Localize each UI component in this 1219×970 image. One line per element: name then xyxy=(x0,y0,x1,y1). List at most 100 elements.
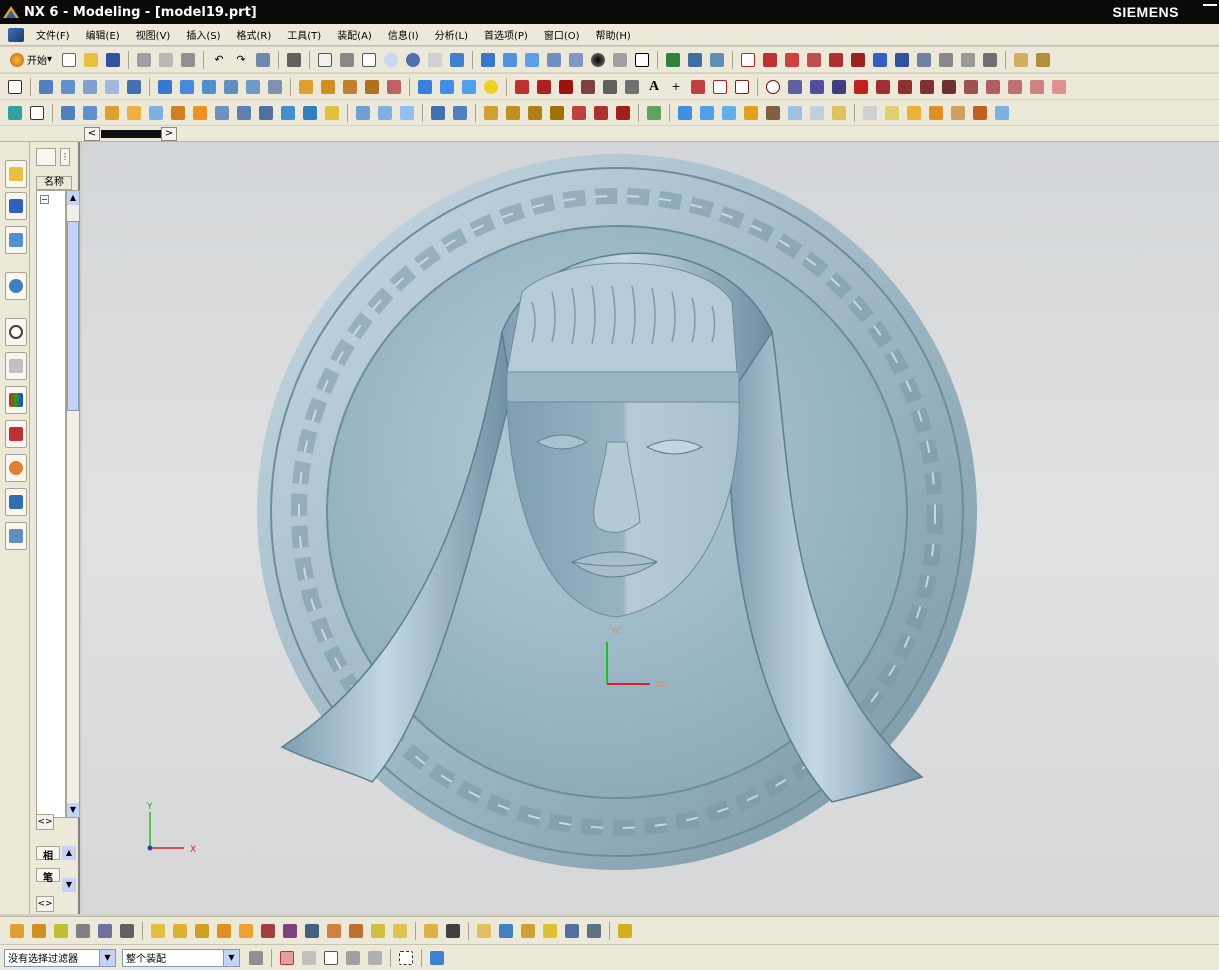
wave-icon[interactable] xyxy=(785,103,805,123)
trim-curve-icon[interactable] xyxy=(961,77,981,97)
menu-information[interactable]: 信息(I) xyxy=(382,27,429,42)
sheet-mold-icon[interactable] xyxy=(829,103,849,123)
follow-fillet-icon[interactable] xyxy=(302,921,322,941)
glass-icon[interactable] xyxy=(807,103,827,123)
tangent-rule-icon[interactable] xyxy=(192,921,212,941)
select-all-icon[interactable] xyxy=(496,921,516,941)
select-faces-icon[interactable] xyxy=(321,948,341,968)
process-studio-tab[interactable] xyxy=(5,420,27,448)
edit-length-icon[interactable] xyxy=(1005,77,1025,97)
extend-sheet-icon[interactable] xyxy=(256,103,276,123)
lower-scroll-up-icon[interactable]: ▲ xyxy=(62,846,76,860)
label-notch-icon[interactable] xyxy=(591,103,611,123)
extract-curve-icon[interactable] xyxy=(873,77,893,97)
start-button[interactable]: 开始 ▾ xyxy=(4,50,58,70)
project-curve-icon[interactable] xyxy=(807,77,827,97)
edit-body-icon[interactable] xyxy=(992,103,1012,123)
through-curves-icon[interactable] xyxy=(58,103,78,123)
notes-label[interactable]: 笔 xyxy=(36,868,60,884)
menu-window[interactable]: 窗口(O) xyxy=(538,27,590,42)
pan-icon[interactable] xyxy=(425,50,445,70)
menu-view[interactable]: 视图(V) xyxy=(130,27,181,42)
join-curve-icon[interactable] xyxy=(939,77,959,97)
zoom-window-icon[interactable] xyxy=(337,50,357,70)
view-front-icon[interactable] xyxy=(500,50,520,70)
delete-face-icon[interactable] xyxy=(547,103,567,123)
scroll-right-icon[interactable]: > xyxy=(161,127,177,141)
arc-icon[interactable] xyxy=(534,77,554,97)
wrap-curve-icon[interactable] xyxy=(917,77,937,97)
menu-analysis[interactable]: 分析(L) xyxy=(429,27,478,42)
swept-surface-icon[interactable] xyxy=(190,103,210,123)
snap-grid-icon[interactable] xyxy=(421,921,441,941)
wcs-icon[interactable] xyxy=(663,50,683,70)
snap-quadrant-icon[interactable] xyxy=(804,50,824,70)
filter-options-icon[interactable] xyxy=(562,921,582,941)
snap-center-icon[interactable] xyxy=(782,50,802,70)
fringe[interactable] xyxy=(506,262,740,403)
decal-icon[interactable] xyxy=(926,103,946,123)
select-curves-icon[interactable] xyxy=(343,948,363,968)
trim-sheet-icon[interactable] xyxy=(234,103,254,123)
nsided-icon[interactable] xyxy=(168,103,188,123)
replace-face-icon[interactable] xyxy=(525,103,545,123)
menu-format[interactable]: 格式(R) xyxy=(231,27,282,42)
fit-icon[interactable] xyxy=(315,50,335,70)
scroll-left-icon[interactable]: < xyxy=(84,127,100,141)
snap-intersection-icon[interactable] xyxy=(826,50,846,70)
connected-rule-icon[interactable] xyxy=(214,921,234,941)
offset-surface-icon[interactable] xyxy=(212,103,232,123)
snap-point-icon[interactable] xyxy=(848,50,868,70)
point-icon[interactable] xyxy=(556,77,576,97)
pad-icon[interactable] xyxy=(199,77,219,97)
ruled-icon[interactable] xyxy=(124,103,144,123)
background-icon[interactable] xyxy=(588,50,608,70)
x-form-icon[interactable] xyxy=(644,103,664,123)
navigator-tree[interactable]: − xyxy=(36,190,66,818)
rectangle-select-icon[interactable] xyxy=(396,948,416,968)
quick-select-icon[interactable] xyxy=(615,921,635,941)
menu-file[interactable]: 文件(F) xyxy=(30,27,80,42)
polygon-icon[interactable] xyxy=(732,77,752,97)
type-filter-icon[interactable] xyxy=(7,921,27,941)
sew-icon[interactable] xyxy=(278,103,298,123)
select-points-icon[interactable] xyxy=(365,948,385,968)
stamp-icon[interactable] xyxy=(860,103,880,123)
offset-face-icon[interactable] xyxy=(503,103,523,123)
shaded-icon[interactable] xyxy=(478,50,498,70)
general-selection-icon[interactable] xyxy=(246,948,266,968)
snap-curve-icon[interactable] xyxy=(914,50,934,70)
snap-surface-icon[interactable] xyxy=(948,103,968,123)
rectangle-icon[interactable] xyxy=(710,77,730,97)
revolve-icon[interactable] xyxy=(58,77,78,97)
navigator-menu-icon[interactable]: ⋮ xyxy=(60,148,70,166)
rotate-icon[interactable] xyxy=(403,50,423,70)
warp-icon[interactable] xyxy=(719,103,739,123)
scroll-thumb[interactable] xyxy=(101,130,161,138)
history-tab[interactable] xyxy=(5,318,27,346)
flange-icon[interactable] xyxy=(741,103,761,123)
cross-icon[interactable]: + xyxy=(666,77,686,97)
minimize-icon[interactable] xyxy=(1203,4,1217,6)
extrude-icon[interactable] xyxy=(36,77,56,97)
layer-filter-icon[interactable] xyxy=(29,921,49,941)
studio-surface-icon[interactable] xyxy=(102,103,122,123)
cylinder-icon[interactable] xyxy=(265,77,285,97)
model-view[interactable]: YC XC Y X xyxy=(82,142,1219,914)
color-palette-tab[interactable] xyxy=(5,386,27,414)
shell-icon[interactable] xyxy=(340,77,360,97)
stop-at-intersection-icon[interactable] xyxy=(280,921,300,941)
bounded-plane-icon[interactable] xyxy=(146,103,166,123)
sphere-icon[interactable] xyxy=(481,77,501,97)
color-icon[interactable] xyxy=(632,50,652,70)
zoom-icon[interactable] xyxy=(359,50,379,70)
point-on-curve-icon[interactable] xyxy=(443,921,463,941)
ellipse-icon[interactable] xyxy=(763,77,783,97)
edit-curve-icon[interactable] xyxy=(1049,77,1069,97)
bridge-curve-icon[interactable] xyxy=(785,77,805,97)
edge-blend-icon[interactable] xyxy=(296,77,316,97)
reuse-library-tab[interactable] xyxy=(5,226,27,254)
patch-icon[interactable] xyxy=(322,103,342,123)
snap-endpoint-icon[interactable] xyxy=(738,50,758,70)
sketch-icon[interactable] xyxy=(5,77,25,97)
